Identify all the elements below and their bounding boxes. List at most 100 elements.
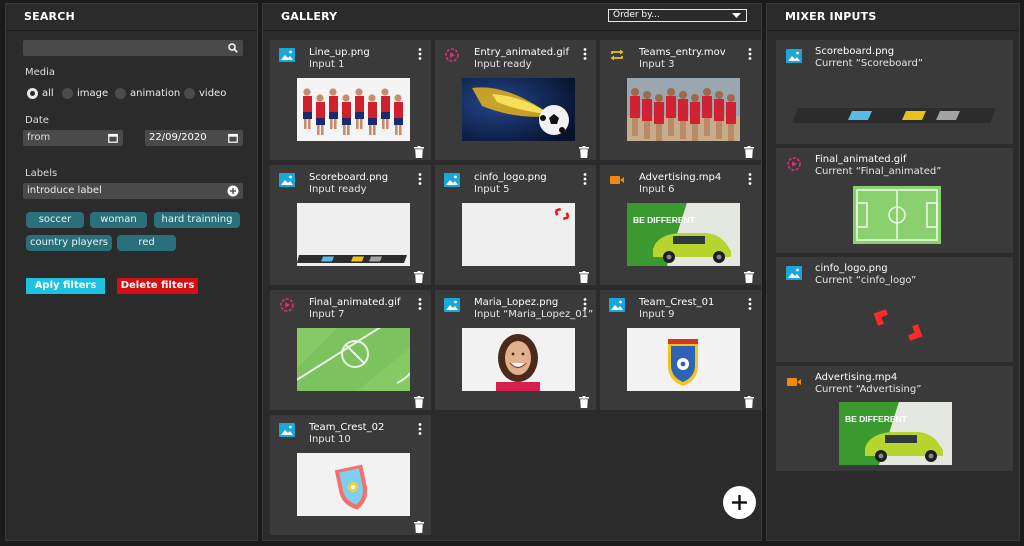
soccer-field-thumbnail[interactable]	[297, 328, 410, 391]
chip-red[interactable]: red	[117, 235, 176, 251]
more-options-icon[interactable]	[745, 296, 755, 310]
media-radio-all[interactable]: all	[27, 88, 54, 99]
search-icon[interactable]	[228, 43, 238, 53]
calendar-icon[interactable]	[108, 133, 118, 143]
trash-icon[interactable]	[579, 268, 589, 283]
labels-label: Labels	[25, 168, 58, 179]
ad-slogan: BE DIFFERENT	[845, 414, 908, 424]
car-advertising-thumbnail[interactable]: BE DIFFERENT	[627, 203, 740, 266]
team-lineup-thumbnail[interactable]	[297, 78, 410, 141]
more-options-icon[interactable]	[580, 171, 590, 185]
soccer-ball-thumbnail[interactable]	[462, 78, 575, 141]
label-input-placeholder: introduce label	[27, 185, 102, 196]
more-options-icon[interactable]	[745, 46, 755, 60]
chip-woman[interactable]: woman	[90, 212, 147, 228]
order-by-select[interactable]: Order by...	[608, 9, 747, 22]
soccer-field-thumbnail	[853, 186, 941, 244]
more-options-icon[interactable]	[415, 421, 425, 435]
card-status: Input “Maria_Lopez_01”	[474, 309, 594, 320]
media-radio-image[interactable]: image	[62, 88, 108, 99]
mixer-input-card[interactable]: Final_animated.gif Current “Final_animate…	[776, 148, 1013, 253]
trash-icon[interactable]	[744, 268, 754, 283]
trash-icon[interactable]	[579, 143, 589, 158]
cinfo-logo-thumbnail[interactable]	[462, 203, 575, 266]
mixer-input-card[interactable]: Advertising.mp4 Current “Advertising” BE D…	[776, 366, 1013, 471]
team-crest-thumbnail[interactable]	[627, 328, 740, 391]
more-options-icon[interactable]	[580, 296, 590, 310]
portrait-thumbnail[interactable]	[462, 328, 575, 391]
add-circle-icon[interactable]	[227, 185, 239, 197]
mixer-input-card[interactable]: cinfo_logo.png Current “cinfo_logo”	[776, 257, 1013, 362]
date-to-field[interactable]: 22/09/2020	[145, 130, 243, 146]
team-crest-thumbnail[interactable]	[297, 453, 410, 516]
chip-soccer[interactable]: soccer	[26, 212, 84, 228]
media-radio-video[interactable]: video	[184, 88, 226, 99]
search-panel: SEARCH Media all image animation video D…	[5, 3, 258, 541]
chip-country-players[interactable]: country players	[26, 235, 112, 251]
apply-filters-button[interactable]: Aply filters	[26, 278, 105, 294]
team-huddle-thumbnail[interactable]	[627, 78, 740, 141]
animation-icon	[444, 47, 460, 62]
card-filename: Team_Crest_02	[309, 422, 385, 433]
date-from-field[interactable]: from	[23, 130, 123, 146]
scoreboard-thumbnail[interactable]	[297, 203, 410, 266]
gallery-card[interactable]: Team_Crest_01 Input 9	[600, 290, 761, 410]
order-by-label: Order by...	[613, 10, 660, 20]
label-input[interactable]: introduce label	[23, 183, 243, 199]
image-icon	[279, 172, 295, 187]
card-status: Input ready	[474, 59, 532, 70]
calendar-icon[interactable]	[228, 133, 238, 143]
trash-icon[interactable]	[414, 143, 424, 158]
gallery-card[interactable]: cinfo_logo.png Input 5	[435, 165, 596, 285]
mixer-current: Current “cinfo_logo”	[815, 275, 917, 286]
gallery-card[interactable]: Line_up.png Input 1	[270, 40, 431, 160]
gallery-card[interactable]: Team_Crest_02 Input 10	[270, 415, 431, 535]
trash-icon[interactable]	[744, 393, 754, 408]
card-filename: Advertising.mp4	[639, 172, 722, 183]
trash-icon[interactable]	[744, 143, 754, 158]
mixer-input-card[interactable]: Scoreboard.png Current “Scoreboard”	[776, 40, 1013, 144]
card-filename: Scoreboard.png	[309, 172, 389, 183]
more-options-icon[interactable]	[415, 46, 425, 60]
search-title: SEARCH	[6, 4, 257, 31]
trash-icon[interactable]	[579, 393, 589, 408]
card-filename: Team_Crest_01	[639, 297, 715, 308]
gallery-card[interactable]: Scoreboard.png Input ready	[270, 165, 431, 285]
media-radio-animation[interactable]: animation	[115, 88, 180, 99]
media-label: Media	[25, 67, 56, 78]
chip-hard-trainning[interactable]: hard trainning	[154, 212, 240, 228]
radio-icon	[184, 88, 195, 99]
trash-icon[interactable]	[414, 393, 424, 408]
gallery-card[interactable]: Final_animated.gif Input 7	[270, 290, 431, 410]
more-options-icon[interactable]	[745, 171, 755, 185]
ad-slogan: BE DIFFERENT	[633, 215, 696, 225]
more-options-icon[interactable]	[415, 171, 425, 185]
gallery-card[interactable]: Advertising.mp4 Input 6 BE DIFFERENT	[600, 165, 761, 285]
gallery-card[interactable]: Maria_Lopez.png Input “Maria_Lopez_01”	[435, 290, 596, 410]
image-icon	[786, 265, 802, 280]
card-status: Input 10	[309, 434, 351, 445]
radio-selected-icon	[27, 88, 38, 99]
loop-icon	[609, 47, 625, 61]
gallery-card[interactable]: Teams_entry.mov Input 3	[600, 40, 761, 160]
trash-icon[interactable]	[414, 268, 424, 283]
mixer-current: Current “Advertising”	[815, 384, 922, 395]
mixer-filename: Advertising.mp4	[815, 372, 898, 383]
car-advertising-thumbnail: BE DIFFERENT	[839, 402, 952, 465]
card-filename: Final_animated.gif	[309, 297, 401, 308]
card-status: Input 6	[639, 184, 675, 195]
more-options-icon[interactable]	[580, 46, 590, 60]
radio-icon	[115, 88, 126, 99]
trash-icon[interactable]	[414, 518, 424, 533]
gallery-card[interactable]: Entry_animated.gif Input ready	[435, 40, 596, 160]
card-filename: Teams_entry.mov	[639, 47, 726, 58]
delete-filters-button[interactable]: Delete filters	[117, 278, 198, 294]
search-input[interactable]	[23, 40, 243, 56]
date-label: Date	[25, 115, 49, 126]
more-options-icon[interactable]	[415, 296, 425, 310]
card-filename: Entry_animated.gif	[474, 47, 569, 58]
image-icon	[279, 422, 295, 437]
video-icon	[609, 172, 625, 186]
gallery-panel: GALLERY Order by... Line_up.png Input 1 En…	[262, 3, 762, 541]
add-button[interactable]	[723, 486, 756, 519]
